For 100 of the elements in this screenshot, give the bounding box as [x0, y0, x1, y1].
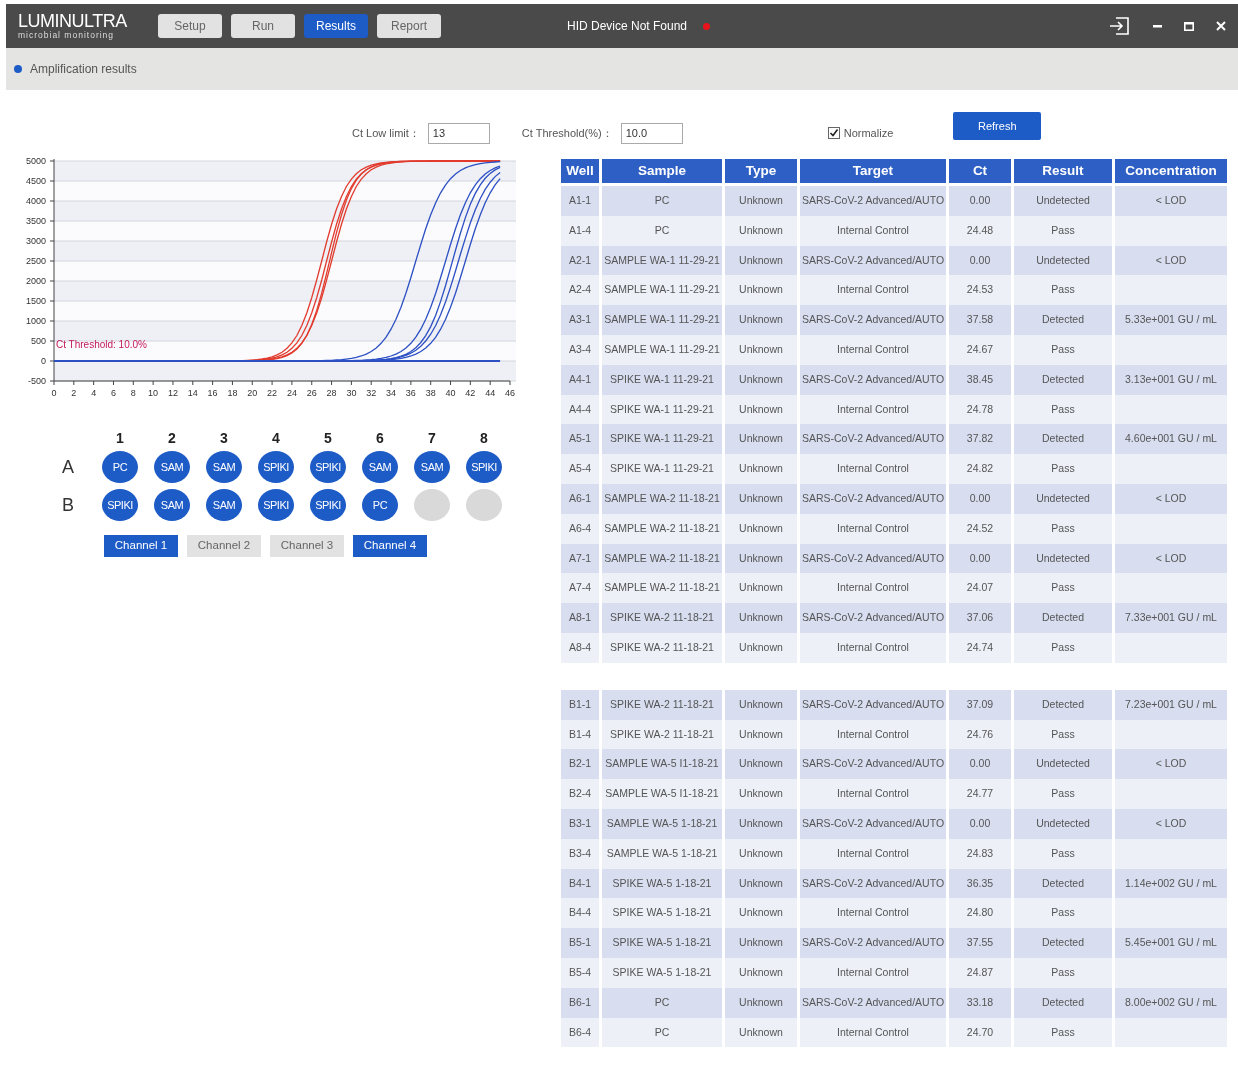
table-cell: B2-4 — [561, 779, 599, 809]
input-field[interactable]: 13 — [427, 122, 490, 144]
sample-well[interactable]: SPIKI — [258, 489, 294, 521]
channel-button[interactable]: Channel 2 — [187, 535, 261, 557]
table-cell: Unknown — [725, 454, 797, 484]
checkbox[interactable] — [827, 127, 840, 139]
sample-well[interactable]: SAM — [206, 451, 242, 483]
table-cell: 0.00 — [949, 808, 1011, 839]
table-cell: Detected — [1014, 424, 1112, 455]
logo: LUMINULTRA — [18, 12, 128, 30]
tab-button[interactable]: Setup — [158, 14, 222, 38]
table-cell: SARS-CoV-2 Advanced/AUTO — [800, 749, 946, 780]
close-icon[interactable] — [1216, 21, 1226, 31]
table-cell: B1-1 — [561, 689, 599, 720]
tab-button[interactable]: Report — [377, 14, 441, 38]
table-cell: Internal Control — [800, 632, 946, 663]
table-cell: PC — [602, 1017, 722, 1048]
table-cell: 24.67 — [949, 335, 1011, 365]
table-cell: 4.60e+001 GU / mL — [1115, 424, 1227, 455]
table-cell: SARS-CoV-2 Advanced/AUTO — [800, 868, 946, 899]
column-header: Type — [725, 159, 797, 186]
table-cell: 1.14e+002 GU / mL — [1115, 868, 1227, 899]
table-cell: 37.82 — [949, 424, 1011, 455]
logout-icon[interactable] — [1109, 16, 1131, 36]
table-cell: SPIKE WA-5 1-18-21 — [602, 868, 722, 899]
table-cell: SARS-CoV-2 Advanced/AUTO — [800, 364, 946, 395]
section-title: Amplification results — [30, 61, 137, 78]
table-cell: B4-4 — [561, 898, 599, 929]
table-cell: Unknown — [725, 245, 797, 276]
tick-label: 22 — [267, 388, 278, 398]
table-cell: B1-4 — [561, 719, 599, 750]
table-cell: SPIKE WA-5 1-18-21 — [602, 957, 722, 988]
column-number: 2 — [167, 431, 177, 445]
table-cell: A7-1 — [561, 543, 599, 574]
table-cell: Undetected — [1014, 483, 1112, 514]
maximize-icon[interactable] — [1184, 21, 1194, 31]
table-cell: Pass — [1014, 394, 1112, 425]
table-cell: Unknown — [725, 573, 797, 604]
sample-well[interactable]: SPIKI — [310, 451, 346, 483]
table-cell: SARS-CoV-2 Advanced/AUTO — [800, 424, 946, 455]
table-cell: Unknown — [725, 928, 797, 958]
sample-well[interactable]: SPIKI — [466, 451, 502, 483]
tab-button[interactable]: Results — [304, 14, 368, 38]
sample-well[interactable]: SAM — [154, 489, 190, 521]
threshold-label: Ct Threshold: 10.0% — [56, 338, 147, 350]
table-cell: SPIKE WA-2 11-18-21 — [602, 632, 722, 663]
table-cell: Unknown — [725, 186, 797, 216]
channel-button[interactable]: Channel 4 — [353, 535, 427, 557]
table-cell: 8.00e+002 GU / mL — [1115, 987, 1227, 1018]
minimize-icon[interactable] — [1153, 24, 1162, 28]
channel-button[interactable]: Channel 1 — [104, 535, 178, 557]
table-cell: Unknown — [725, 483, 797, 514]
column-number: 1 — [115, 431, 125, 445]
table-cell: Unknown — [725, 543, 797, 574]
table-cell: SPIKE WA-1 11-29-21 — [602, 394, 722, 425]
channel-button[interactable]: Channel 3 — [270, 535, 344, 557]
device-status: HID Device Not Found — [567, 18, 688, 35]
tick-label: 26 — [306, 388, 317, 398]
tick-label: 2000 — [25, 276, 46, 286]
tab-button[interactable]: Run — [231, 14, 295, 38]
table-cell: Unknown — [725, 632, 797, 663]
logo-tagline: microbial monitoring — [18, 30, 116, 40]
table-cell: A1-1 — [561, 186, 599, 216]
column-header: Result — [1014, 159, 1112, 186]
tick-label: 2 — [71, 388, 77, 398]
table-cell: Pass — [1014, 215, 1112, 246]
sample-well[interactable]: SAM — [362, 451, 398, 483]
tick-label: 1000 — [25, 316, 46, 326]
table-cell: SPIKE WA-5 1-18-21 — [602, 898, 722, 929]
table-cell: < LOD — [1115, 186, 1227, 216]
refresh-button[interactable]: Refresh — [953, 112, 1042, 140]
tick-label: 40 — [445, 388, 456, 398]
table-cell: 24.74 — [949, 632, 1011, 663]
table-cell: 0.00 — [949, 749, 1011, 780]
input-field[interactable]: 10.0 — [620, 122, 683, 144]
table-cell: Pass — [1014, 454, 1112, 484]
table-cell: Detected — [1014, 364, 1112, 395]
tick-label: 24 — [286, 388, 297, 398]
table-cell: A3-4 — [561, 335, 599, 365]
sample-well[interactable]: SPIKI — [102, 489, 138, 521]
table-cell: Unknown — [725, 838, 797, 869]
sample-well[interactable]: PC — [362, 489, 398, 521]
sample-well[interactable]: PC — [102, 451, 138, 483]
sample-well[interactable]: SAM — [206, 489, 242, 521]
sample-well[interactable]: SAM — [414, 451, 450, 483]
table-cell: Pass — [1014, 275, 1112, 306]
table-cell: 24.87 — [949, 957, 1011, 988]
table-cell: 38.45 — [949, 364, 1011, 395]
column-number: 7 — [427, 431, 437, 445]
table-cell: SARS-CoV-2 Advanced/AUTO — [800, 689, 946, 720]
table-cell: Detected — [1014, 987, 1112, 1018]
sample-well[interactable]: SPIKI — [310, 489, 346, 521]
table-cell: Internal Control — [800, 215, 946, 246]
table-cell: Undetected — [1014, 749, 1112, 780]
table-cell: A2-4 — [561, 275, 599, 306]
sample-well[interactable]: SPIKI — [258, 451, 294, 483]
table-cell: Internal Control — [800, 898, 946, 929]
status-dot — [703, 22, 711, 30]
sample-well[interactable]: SAM — [154, 451, 190, 483]
table-cell: Internal Control — [800, 719, 946, 750]
